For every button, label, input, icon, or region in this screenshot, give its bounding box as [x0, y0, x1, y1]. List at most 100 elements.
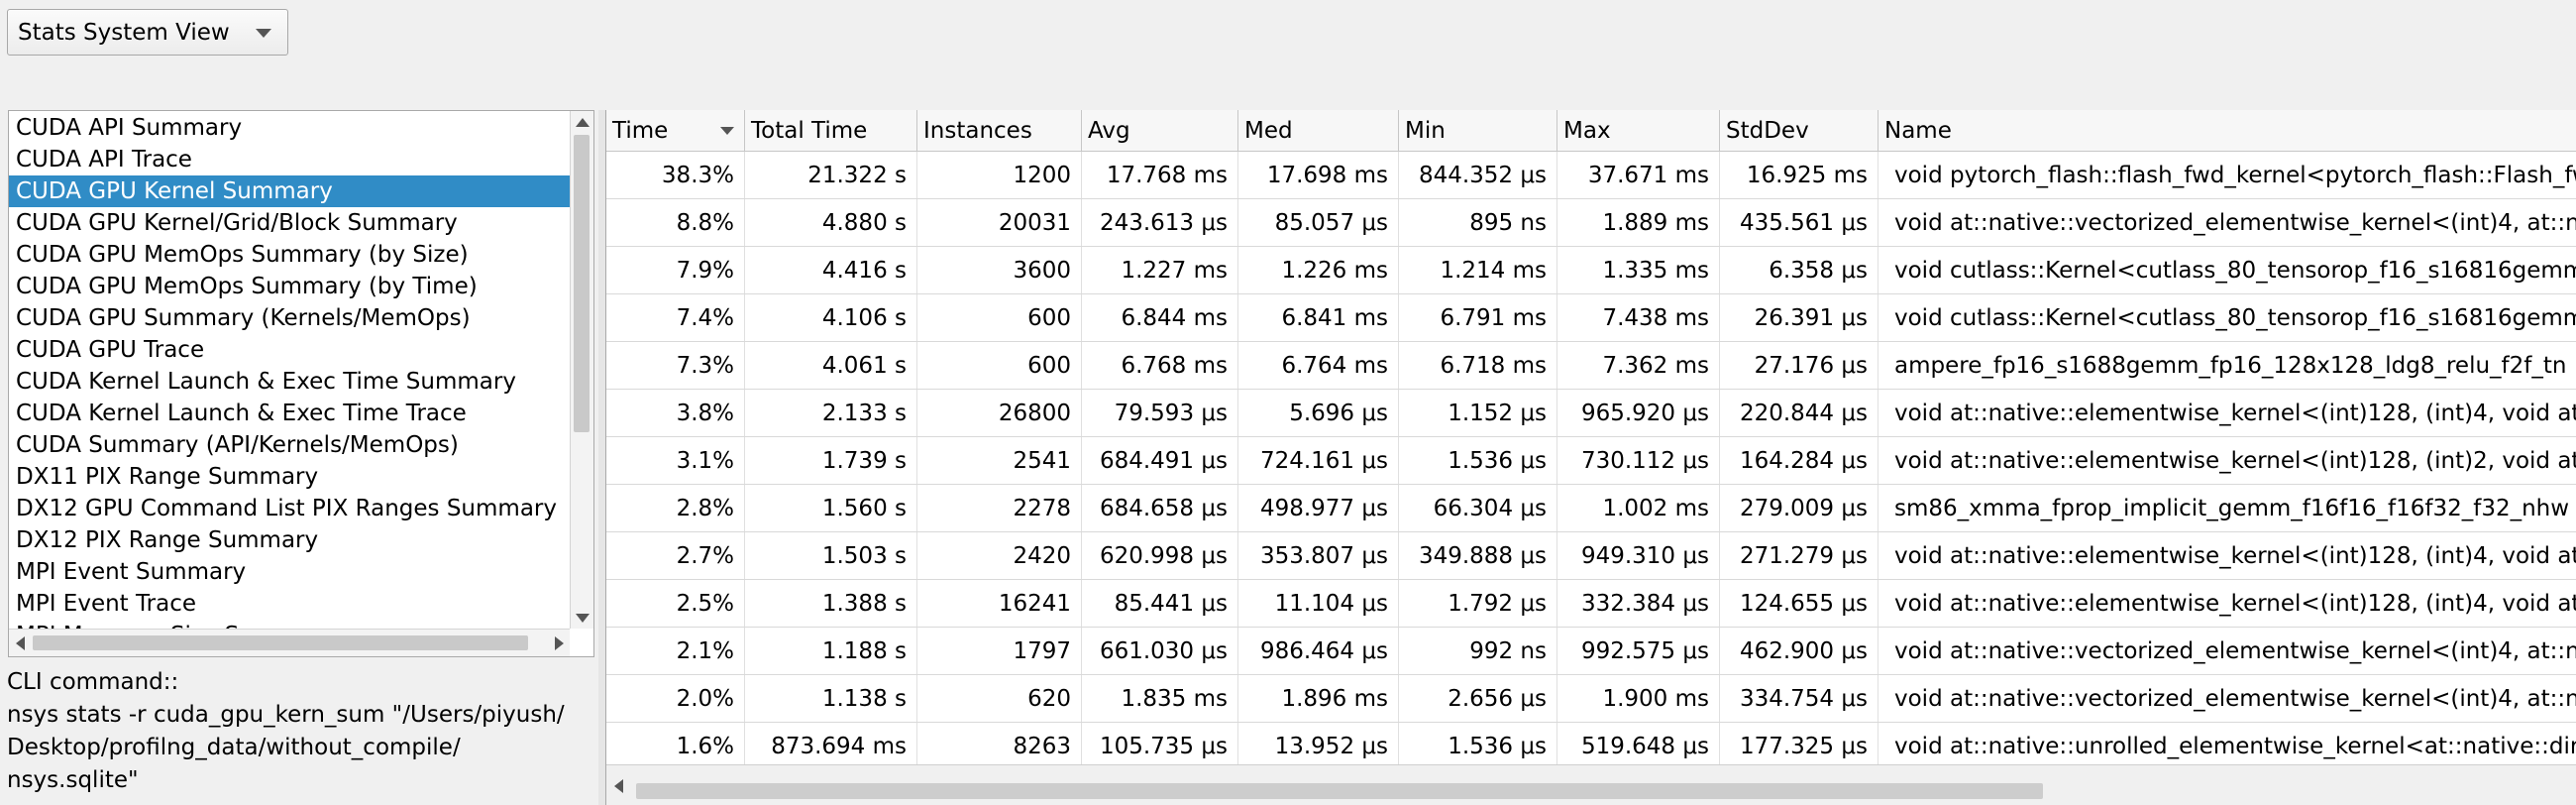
scroll-thumb[interactable] — [33, 635, 528, 650]
report-list-item[interactable]: MPI Event Summary — [9, 556, 570, 588]
table-horizontal-scrollbar[interactable] — [606, 764, 2576, 805]
column-header-label: Max — [1563, 118, 1611, 144]
report-list-item[interactable]: CUDA API Trace — [9, 144, 570, 175]
table-row[interactable]: 38.3% 21.322 s 1200 17.768 ms 17.698 ms 844.3… — [606, 152, 2576, 199]
cell-total-time: 1.739 s — [745, 437, 917, 484]
cell-avg: 684.491 μs — [1082, 437, 1238, 484]
cell-stddev: 334.754 μs — [1720, 675, 1878, 722]
column-header-max[interactable]: Max — [1557, 110, 1720, 151]
table-row[interactable]: 3.1% 1.739 s 2541 684.491 μs 724.161 μs 1.536… — [606, 437, 2576, 485]
report-list-item[interactable]: CUDA Kernel Launch & Exec Time Summary — [9, 366, 570, 398]
cell-med: 353.807 μs — [1238, 532, 1399, 579]
cell-med: 498.977 μs — [1238, 485, 1399, 531]
cell-name: sm86_xmma_fprop_implicit_gemm_f16f16_f16… — [1894, 496, 2570, 521]
cell-instances: 3600 — [917, 247, 1082, 293]
cell-total-time: 4.061 s — [745, 342, 917, 389]
cell-med: 11.104 μs — [1238, 580, 1399, 627]
table-row[interactable]: 2.0% 1.138 s 620 1.835 ms 1.896 ms 2.656 μs 1.… — [606, 675, 2576, 723]
cell-med: 6.764 ms — [1238, 342, 1399, 389]
scroll-thumb[interactable] — [636, 783, 2043, 799]
cell-time: 2.8% — [606, 485, 745, 531]
cell-min: 844.352 μs — [1399, 152, 1557, 198]
cell-name: void at::native::elementwise_kernel<(int… — [1894, 401, 2576, 426]
cell-stddev: 16.925 ms — [1720, 152, 1878, 198]
report-list-item[interactable]: CUDA GPU MemOps Summary (by Time) — [9, 271, 570, 302]
table-row[interactable]: 7.9% 4.416 s 3600 1.227 ms 1.226 ms 1.214 ms 1… — [606, 247, 2576, 294]
column-header-time[interactable]: Time — [606, 110, 745, 151]
table-body: 38.3% 21.322 s 1200 17.768 ms 17.698 ms 844.3… — [606, 152, 2576, 770]
cell-stddev: 177.325 μs — [1720, 723, 1878, 769]
view-select-label: Stats System View — [18, 19, 230, 46]
column-header-avg[interactable]: Avg — [1082, 110, 1238, 151]
view-select-dropdown[interactable]: Stats System View — [7, 9, 288, 56]
report-list-item[interactable]: CUDA GPU Trace — [9, 334, 570, 366]
cell-name: void at::native::elementwise_kernel<(int… — [1894, 591, 2576, 617]
report-list[interactable]: CUDA API Summary CUDA API Trace CUDA GPU K… — [8, 110, 594, 657]
scroll-down-icon[interactable] — [571, 607, 593, 629]
cell-name: void at::native::elementwise_kernel<(int… — [1894, 543, 2576, 569]
cell-time: 8.8% — [606, 199, 745, 246]
table-row[interactable]: 3.8% 2.133 s 26800 79.593 μs 5.696 μs 1.152 μ… — [606, 390, 2576, 437]
report-list-horizontal-scrollbar[interactable] — [9, 629, 570, 656]
cell-avg: 6.844 ms — [1082, 294, 1238, 341]
pane-splitter[interactable] — [598, 110, 605, 805]
cell-max: 1.002 ms — [1557, 485, 1720, 531]
cell-time: 2.7% — [606, 532, 745, 579]
report-list-item[interactable]: CUDA Kernel Launch & Exec Time Trace — [9, 398, 570, 429]
column-header-stddev[interactable]: StdDev — [1720, 110, 1878, 151]
report-list-item[interactable]: DX12 PIX Range Summary — [9, 524, 570, 556]
cell-stddev: 279.009 μs — [1720, 485, 1878, 531]
report-list-item[interactable]: CUDA GPU Kernel Summary — [9, 175, 570, 207]
cell-name: void cutlass::Kernel<cutlass_80_tensorop… — [1894, 305, 2576, 331]
cell-avg: 620.998 μs — [1082, 532, 1238, 579]
chevron-down-icon — [256, 29, 271, 38]
table-row[interactable]: 2.5% 1.388 s 16241 85.441 μs 11.104 μs 1.792 … — [606, 580, 2576, 628]
table-row[interactable]: 2.8% 1.560 s 2278 684.658 μs 498.977 μs 66.30… — [606, 485, 2576, 532]
column-header-total-time[interactable]: Total Time — [745, 110, 917, 151]
column-header-name[interactable]: Name — [1878, 110, 2576, 151]
report-list-item[interactable]: CUDA Summary (API/Kernels/MemOps) — [9, 429, 570, 461]
column-header-instances[interactable]: Instances — [917, 110, 1082, 151]
cell-instances: 8263 — [917, 723, 1082, 769]
cell-min: 6.791 ms — [1399, 294, 1557, 341]
report-list-item[interactable]: DX11 PIX Range Summary — [9, 461, 570, 493]
cell-max: 949.310 μs — [1557, 532, 1720, 579]
cell-time: 3.8% — [606, 390, 745, 436]
table-row[interactable]: 1.6% 873.694 ms 8263 105.735 μs 13.952 μs 1.5… — [606, 723, 2576, 770]
report-list-item[interactable]: CUDA GPU MemOps Summary (by Size) — [9, 239, 570, 271]
column-header-label: StdDev — [1726, 118, 1809, 144]
table-row[interactable]: 8.8% 4.880 s 20031 243.613 μs 85.057 μs 895 n… — [606, 199, 2576, 247]
cell-min: 6.718 ms — [1399, 342, 1557, 389]
cell-avg: 661.030 μs — [1082, 628, 1238, 674]
report-list-item[interactable]: DX12 GPU Command List PIX Ranges Summary — [9, 493, 570, 524]
cell-min: 1.792 μs — [1399, 580, 1557, 627]
cell-total-time: 1.560 s — [745, 485, 917, 531]
scroll-up-icon[interactable] — [571, 111, 593, 133]
column-header-med[interactable]: Med — [1238, 110, 1399, 151]
report-list-vertical-scrollbar[interactable] — [570, 111, 593, 629]
column-header-min[interactable]: Min — [1399, 110, 1557, 151]
sort-descending-icon — [720, 127, 734, 135]
report-list-item[interactable]: MPI Event Trace — [9, 588, 570, 620]
table-row[interactable]: 7.4% 4.106 s 600 6.844 ms 6.841 ms 6.791 ms 7.… — [606, 294, 2576, 342]
cell-total-time: 1.503 s — [745, 532, 917, 579]
scroll-left-icon[interactable] — [606, 765, 630, 805]
cell-name: void at::native::vectorized_elementwise_… — [1894, 210, 2576, 236]
report-list-item[interactable]: CUDA GPU Summary (Kernels/MemOps) — [9, 302, 570, 334]
scroll-thumb[interactable] — [574, 135, 590, 432]
cell-max: 332.384 μs — [1557, 580, 1720, 627]
cell-instances: 2278 — [917, 485, 1082, 531]
cell-name: void at::native::elementwise_kernel<(int… — [1894, 448, 2576, 474]
table-row[interactable]: 2.1% 1.188 s 1797 661.030 μs 986.464 μs 992 n… — [606, 628, 2576, 675]
cell-time: 38.3% — [606, 152, 745, 198]
scroll-left-icon[interactable] — [9, 630, 31, 656]
cell-instances: 2420 — [917, 532, 1082, 579]
cell-total-time: 4.880 s — [745, 199, 917, 246]
table-row[interactable]: 2.7% 1.503 s 2420 620.998 μs 353.807 μs 349.8… — [606, 532, 2576, 580]
table-row[interactable]: 7.3% 4.061 s 600 6.768 ms 6.764 ms 6.718 ms 7.… — [606, 342, 2576, 390]
scroll-right-icon[interactable] — [548, 630, 570, 656]
report-list-item[interactable]: CUDA GPU Kernel/Grid/Block Summary — [9, 207, 570, 239]
cell-avg: 6.768 ms — [1082, 342, 1238, 389]
report-list-item[interactable]: CUDA API Summary — [9, 112, 570, 144]
cell-time: 7.9% — [606, 247, 745, 293]
